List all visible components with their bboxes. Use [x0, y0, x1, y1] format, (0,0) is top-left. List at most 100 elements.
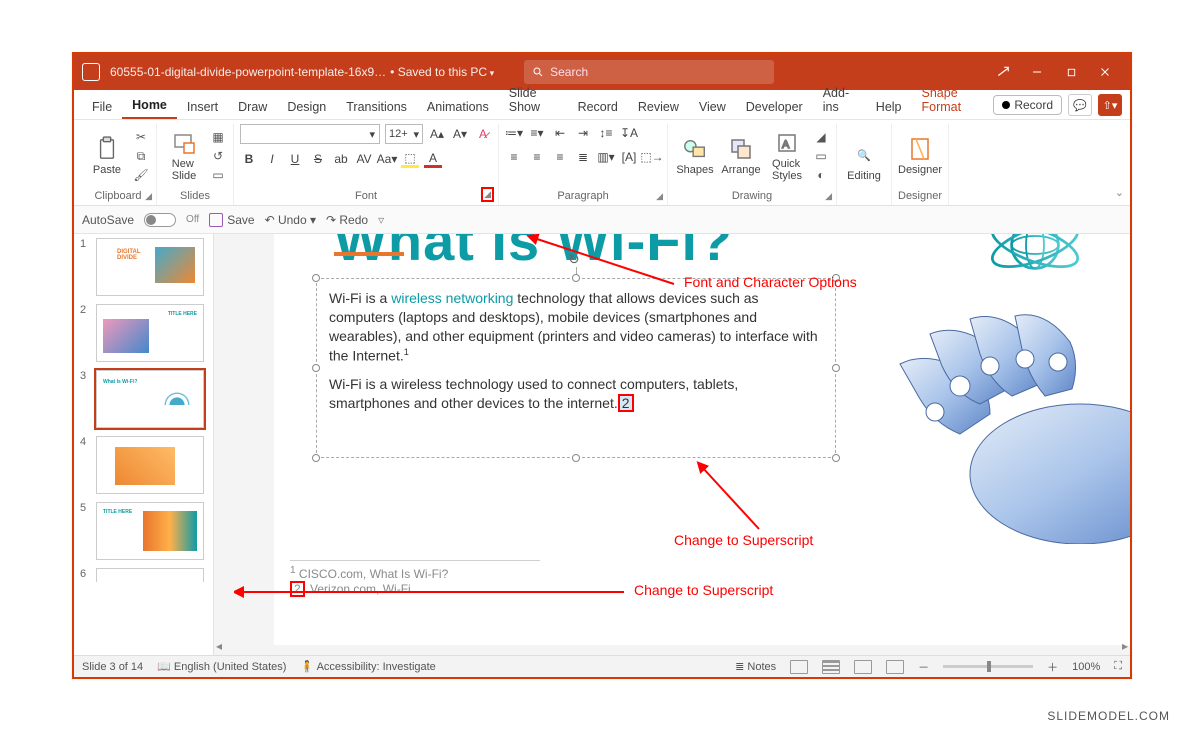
zoom-level[interactable]: 100%	[1072, 661, 1100, 673]
tab-record[interactable]: Record	[568, 94, 628, 119]
clear-formatting-icon[interactable]: A̷	[474, 125, 492, 143]
change-case-icon[interactable]: Aa▾	[378, 150, 396, 168]
thumbnail-1[interactable]: DIGITALDIVIDE	[96, 238, 204, 296]
align-text-icon[interactable]: [A]	[620, 148, 638, 166]
shape-fill-icon[interactable]: ◢	[812, 129, 830, 145]
resize-handle[interactable]	[832, 364, 840, 372]
tab-addins[interactable]: Add-ins	[813, 80, 866, 119]
thumbnail-3[interactable]: What Is Wi-Fi?	[96, 370, 204, 428]
decrease-font-icon[interactable]: A▾	[451, 125, 469, 143]
body-text-box[interactable]: Wi-Fi is a wireless networking technolog…	[316, 278, 836, 458]
cut-icon[interactable]: ✂	[132, 129, 150, 145]
font-size-dropdown[interactable]: 12+▾	[385, 124, 423, 144]
paste-button[interactable]: Paste	[86, 136, 128, 176]
paragraph-launcher-icon[interactable]: ◢	[656, 191, 663, 202]
minimize-button[interactable]	[1020, 58, 1054, 86]
tab-file[interactable]: File	[82, 94, 122, 119]
underline-button[interactable]: U	[286, 150, 304, 168]
font-dialog-launcher-icon[interactable]: ◢	[481, 187, 494, 202]
clipboard-launcher-icon[interactable]: ◢	[145, 191, 152, 202]
numbering-icon[interactable]: ≡▾	[528, 124, 546, 142]
paragraph-2[interactable]: Wi-Fi is a wireless technology used to c…	[317, 375, 835, 423]
align-left-icon[interactable]: ≡	[505, 148, 523, 166]
undo-button[interactable]: ↶ Undo ▾	[265, 213, 316, 227]
thumbnail-4[interactable]	[96, 436, 204, 494]
italic-button[interactable]: I	[263, 150, 281, 168]
customize-qat-icon[interactable]: ▿	[378, 213, 384, 227]
decrease-indent-icon[interactable]: ⇤	[551, 124, 569, 142]
resize-handle[interactable]	[572, 274, 580, 282]
reading-view-icon[interactable]	[854, 660, 872, 674]
font-color-icon[interactable]: A	[424, 150, 442, 168]
footnote-2-marker[interactable]: 2	[290, 581, 305, 597]
tab-transitions[interactable]: Transitions	[336, 94, 417, 119]
tab-developer[interactable]: Developer	[736, 94, 813, 119]
scroll-left-icon[interactable]: ◂	[216, 639, 222, 653]
fit-to-window-icon[interactable]: ⛶	[1114, 660, 1122, 673]
wireless-link[interactable]: wireless networking	[391, 290, 513, 306]
font-name-dropdown[interactable]: ▾	[240, 124, 380, 144]
tab-insert[interactable]: Insert	[177, 94, 228, 119]
thumbnail-6[interactable]	[96, 568, 204, 582]
tab-slideshow[interactable]: Slide Show	[499, 80, 568, 119]
resize-handle[interactable]	[832, 454, 840, 462]
slide-canvas[interactable]: What Is Wi-Fi? Wi-Fi is a wireless netwo…	[214, 234, 1130, 655]
section-icon[interactable]: ▭	[209, 167, 227, 183]
designer-button[interactable]: Designer	[898, 136, 942, 176]
smartart-icon[interactable]: ⬚→	[643, 148, 661, 166]
columns-icon[interactable]: ▥▾	[597, 148, 615, 166]
zoom-slider[interactable]	[943, 665, 1033, 668]
shape-effects-icon[interactable]: ◐	[812, 167, 830, 183]
format-painter-icon[interactable]: 🖌	[132, 167, 150, 183]
thumbnail-5[interactable]: TITLE HERE	[96, 502, 204, 560]
tab-draw[interactable]: Draw	[228, 94, 277, 119]
maximize-button[interactable]	[1054, 58, 1088, 86]
tab-animations[interactable]: Animations	[417, 94, 499, 119]
arrange-button[interactable]: Arrange	[720, 136, 762, 176]
save-status-dropdown[interactable]: • Saved to this PC	[390, 65, 494, 79]
increase-indent-icon[interactable]: ⇥	[574, 124, 592, 142]
reset-icon[interactable]: ↺	[209, 148, 227, 164]
shape-outline-icon[interactable]: ▭	[812, 148, 830, 164]
bullets-icon[interactable]: ≔▾	[505, 124, 523, 142]
resize-handle[interactable]	[312, 454, 320, 462]
redo-button[interactable]: ↷ Redo	[326, 213, 368, 227]
tab-home[interactable]: Home	[122, 92, 177, 119]
zoom-in-icon[interactable]: ＋	[1047, 659, 1058, 675]
resize-handle[interactable]	[312, 274, 320, 282]
slideshow-view-icon[interactable]	[886, 660, 904, 674]
normal-view-icon[interactable]	[790, 660, 808, 674]
collapse-ribbon-icon[interactable]: ⌄	[1115, 186, 1124, 199]
selected-char-2[interactable]: 2	[618, 394, 634, 412]
editing-button[interactable]: 🔍Editing	[843, 142, 885, 182]
slide-counter[interactable]: Slide 3 of 14	[82, 661, 143, 673]
tab-view[interactable]: View	[689, 94, 736, 119]
strikethrough-button[interactable]: S	[309, 150, 327, 168]
tab-review[interactable]: Review	[628, 94, 689, 119]
increase-font-icon[interactable]: A▴	[428, 125, 446, 143]
zoom-out-icon[interactable]: －	[918, 659, 929, 675]
layout-icon[interactable]: ▦	[209, 129, 227, 145]
comments-button[interactable]: 💬	[1068, 94, 1092, 116]
scroll-right-icon[interactable]: ▸	[1122, 639, 1128, 653]
align-right-icon[interactable]: ≡	[551, 148, 569, 166]
copy-icon[interactable]: ⧉	[132, 148, 150, 164]
bold-button[interactable]: B	[240, 150, 258, 168]
paragraph-1[interactable]: Wi-Fi is a wireless networking technolog…	[317, 279, 835, 375]
record-button[interactable]: Record	[993, 95, 1062, 115]
character-spacing-icon[interactable]: AV	[355, 150, 373, 168]
lang-status[interactable]: 📖 English (United States)	[157, 660, 286, 673]
save-button[interactable]: Save	[209, 213, 254, 227]
align-center-icon[interactable]: ≡	[528, 148, 546, 166]
justify-icon[interactable]: ≣	[574, 148, 592, 166]
drawing-launcher-icon[interactable]: ◢	[825, 191, 832, 202]
tab-help[interactable]: Help	[866, 94, 912, 119]
accessibility-status[interactable]: 🧍 Accessibility: Investigate	[300, 660, 435, 673]
line-spacing-icon[interactable]: ↕≡	[597, 124, 615, 142]
autosave-toggle[interactable]	[144, 213, 176, 227]
highlight-icon[interactable]: ⬚	[401, 150, 419, 168]
resize-handle[interactable]	[832, 274, 840, 282]
sorter-view-icon[interactable]	[822, 660, 840, 674]
tab-shape-format[interactable]: Shape Format	[912, 80, 994, 119]
rotate-handle-icon[interactable]	[568, 251, 584, 267]
